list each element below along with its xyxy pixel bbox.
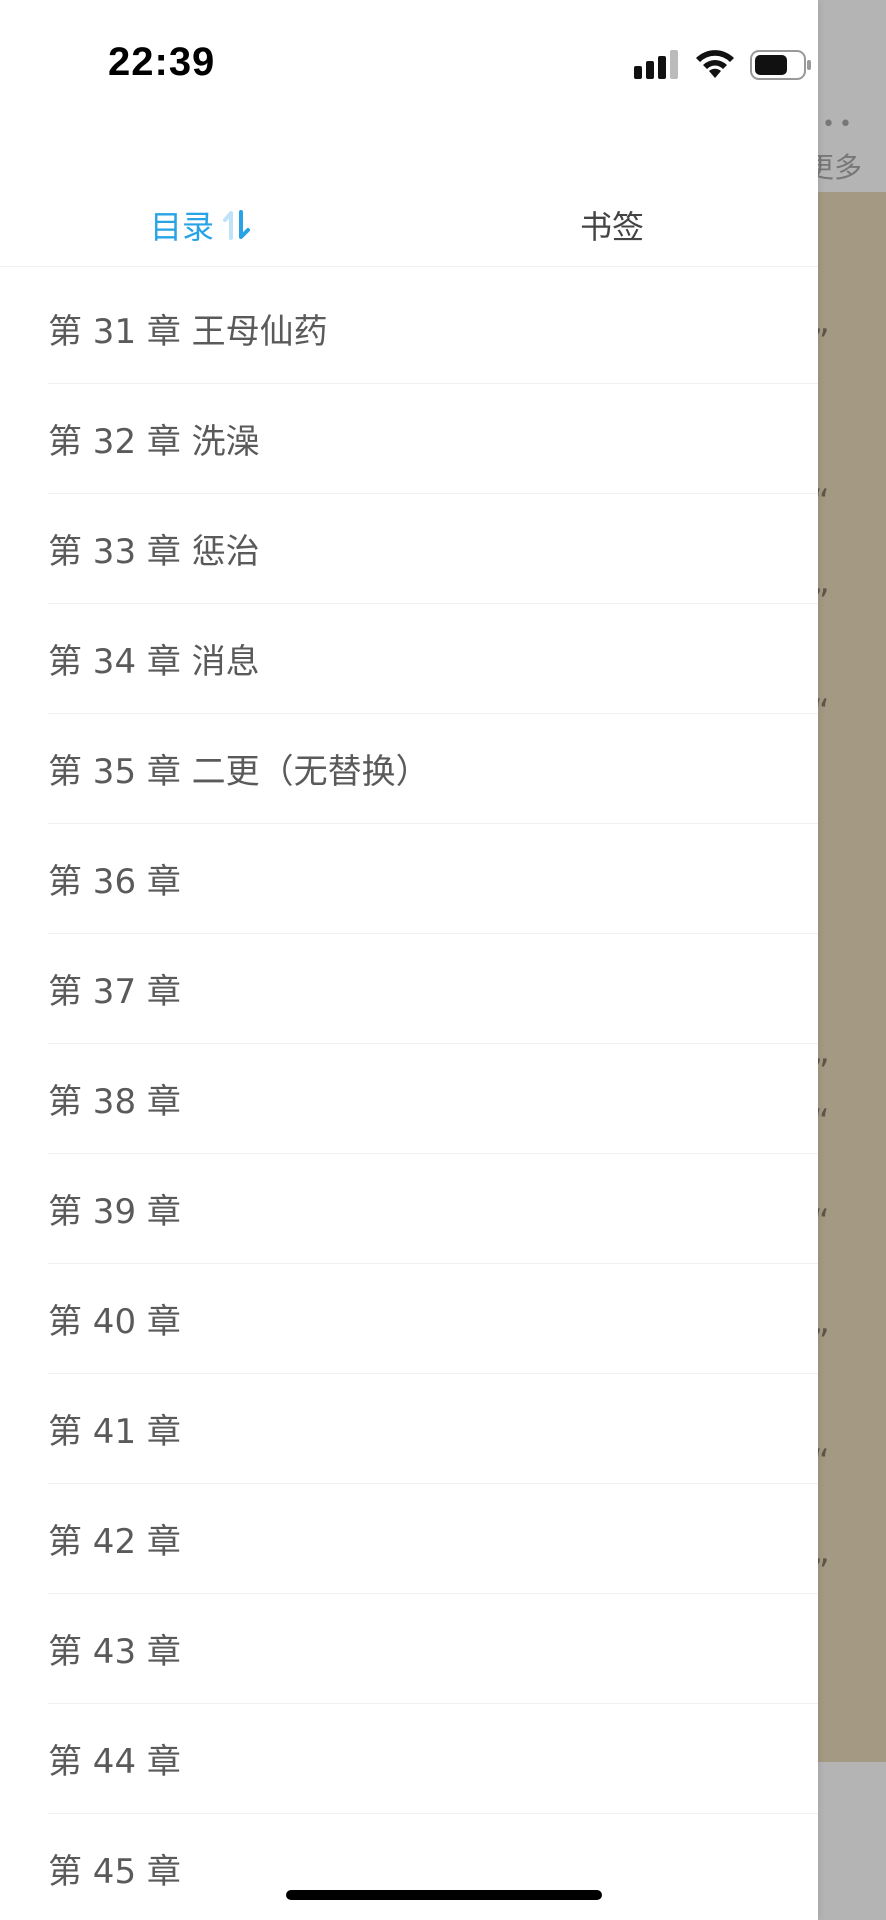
chapter-item[interactable]: 第 45 章 <box>48 1814 818 1920</box>
toc-drawer: 22:39 目录 书签 第 31 章 王母仙药 第 32 章 洗澡 第 33 章… <box>0 0 818 1920</box>
tab-bookmark[interactable]: 书签 <box>580 200 644 250</box>
chapter-item[interactable]: 第 44 章 <box>48 1704 818 1814</box>
chapter-item[interactable]: 第 37 章 <box>48 934 818 1044</box>
chapter-item[interactable]: 第 35 章 二更（无替换） <box>48 714 818 824</box>
battery-icon <box>750 50 811 80</box>
chapter-item[interactable]: 第 32 章 洗澡 <box>48 384 818 494</box>
chapter-item[interactable]: 第 33 章 惩治 <box>48 494 818 604</box>
sort-toggle-icon[interactable] <box>220 208 254 242</box>
chapter-item[interactable]: 第 31 章 王母仙药 <box>48 274 818 384</box>
status-time: 22:39 <box>108 40 216 84</box>
chapter-list: 第 31 章 王母仙药 第 32 章 洗澡 第 33 章 惩治 第 34 章 消… <box>0 274 818 1920</box>
chapter-item[interactable]: 第 36 章 <box>48 824 818 934</box>
chapter-item[interactable]: 第 42 章 <box>48 1484 818 1594</box>
chapter-item[interactable]: 第 38 章 <box>48 1044 818 1154</box>
tab-toc[interactable]: 目录 <box>150 200 254 250</box>
cellular-signal-icon <box>634 50 678 79</box>
toc-tabs: 目录 书签 <box>0 190 818 267</box>
more-dots-icon[interactable]: •• <box>822 112 856 137</box>
tab-toc-label: 目录 <box>150 208 215 246</box>
chapter-item[interactable]: 第 39 章 <box>48 1154 818 1264</box>
tab-bookmark-label: 书签 <box>580 208 645 246</box>
home-indicator[interactable] <box>286 1890 602 1900</box>
wifi-icon <box>696 50 734 78</box>
chapter-item[interactable]: 第 40 章 <box>48 1264 818 1374</box>
chapter-item[interactable]: 第 43 章 <box>48 1594 818 1704</box>
chapter-item[interactable]: 第 41 章 <box>48 1374 818 1484</box>
chapter-item[interactable]: 第 34 章 消息 <box>48 604 818 714</box>
